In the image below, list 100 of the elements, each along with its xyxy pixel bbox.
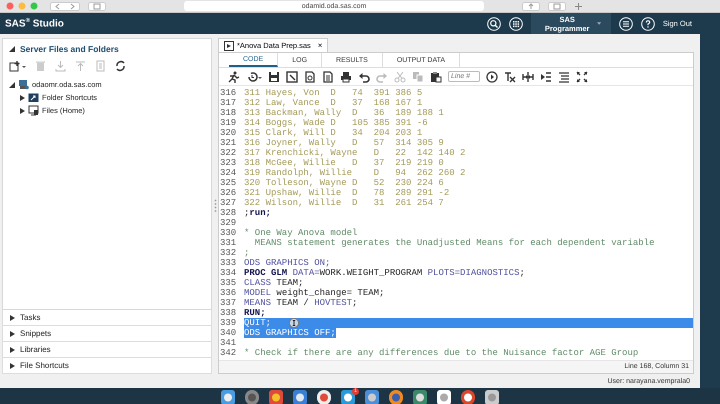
page-icon[interactable]	[322, 70, 334, 82]
text-cursor-icon	[289, 318, 299, 328]
undo-icon[interactable]	[358, 70, 370, 82]
dock-app-icon[interactable]	[460, 389, 476, 404]
indent-icon[interactable]	[540, 70, 552, 82]
code-line: 316 Joyner, Wally D 57 314 305 9	[244, 138, 444, 148]
line-number: 329	[219, 218, 238, 228]
tabs-icon[interactable]	[548, 2, 566, 10]
expand-icon[interactable]	[9, 346, 15, 352]
code-line: ;run;	[244, 208, 272, 218]
dock-app-icon[interactable]	[388, 389, 404, 404]
back-forward-icon[interactable]	[50, 2, 80, 10]
code-line: ;	[244, 248, 250, 258]
menu-icon[interactable]	[618, 16, 633, 30]
code-line: MODEL weight_change= TEAM;	[244, 288, 384, 298]
line-number: 332	[219, 248, 238, 258]
expand-icon[interactable]	[19, 108, 25, 114]
app-title: SAS$^{®}$ Studio	[5, 18, 64, 30]
code-line: 321 Upshaw, Willie D 78 289 291 -2	[244, 188, 450, 198]
line-number: 335	[219, 278, 238, 288]
dock-app-icon[interactable]	[292, 389, 308, 404]
sidebar-icon[interactable]	[88, 2, 106, 10]
line-number: 337	[219, 298, 238, 308]
computer-icon	[28, 105, 39, 116]
search-icon[interactable]	[486, 16, 501, 30]
line-number: 336	[219, 288, 238, 298]
line-number: 331	[219, 238, 238, 248]
line-number: 316	[219, 88, 238, 98]
line-number: 341	[219, 338, 238, 348]
code-line: * One Way Anova model	[244, 228, 358, 238]
clear-icon[interactable]	[504, 70, 516, 82]
expand-icon[interactable]	[9, 362, 15, 368]
line-number: 317	[219, 98, 238, 108]
line-number: 323	[219, 158, 238, 168]
code-line: MEANS statement generates the Unadjusted Means for each dependent variable	[254, 238, 654, 248]
paste-icon[interactable]	[430, 70, 442, 82]
line-number: 328	[219, 208, 238, 218]
expand-icon[interactable]	[19, 94, 25, 100]
expand-icon[interactable]	[9, 314, 15, 320]
dock-app-icon[interactable]	[220, 389, 236, 404]
expand-icon[interactable]	[9, 82, 15, 88]
code-line: 314 Boggs, Wade D 105 385 391 -6	[244, 118, 428, 128]
line-number: 322	[219, 148, 238, 158]
caret-icon	[596, 22, 601, 25]
dock-app-icon[interactable]	[340, 389, 356, 404]
dock-app-icon[interactable]	[436, 389, 452, 404]
line-number: 327	[219, 198, 238, 208]
line-number: 330	[219, 228, 238, 238]
code-line: 315 Clark, Will D 34 204 203 1	[244, 128, 422, 138]
apps-icon[interactable]	[508, 16, 523, 30]
line-number: 326	[219, 188, 238, 198]
line-number: 320	[219, 128, 238, 138]
dock-app-icon[interactable]	[364, 389, 380, 404]
section-header[interactable]: Libraries	[2, 342, 212, 358]
code-line: RUN;	[244, 308, 266, 318]
history-icon[interactable]	[246, 70, 262, 82]
code-line: 311 Hayes, Von D 74 391 386 5	[244, 88, 422, 98]
share-icon[interactable]	[522, 2, 540, 10]
help-icon[interactable]	[640, 16, 655, 30]
expand-icon[interactable]	[9, 330, 15, 336]
print-icon[interactable]	[340, 70, 352, 82]
line-number: 321	[219, 138, 238, 148]
code-line: 319 Randolph, Willie D 94 262 260 2	[244, 168, 466, 178]
section-header[interactable]: Tasks	[2, 310, 212, 326]
go-icon[interactable]	[486, 70, 498, 82]
code-line: 322 Wilson, Willie D 31 261 254 7	[244, 198, 444, 208]
line-number: 334	[219, 268, 238, 278]
line-number: 339	[219, 318, 244, 328]
save-as-icon[interactable]	[286, 70, 298, 82]
server-icon	[18, 79, 29, 90]
code-line: * Check if there are any differences due to the Nuisance factor AGE Group	[244, 348, 638, 358]
folder-icon	[28, 92, 39, 103]
code-line: 318 McGee, Willie D 37 219 219 0	[244, 158, 444, 168]
dock-app-icon[interactable]	[484, 389, 500, 404]
save-icon[interactable]	[268, 70, 280, 82]
expand-icon[interactable]	[9, 46, 15, 52]
dock-app-icon[interactable]	[412, 389, 428, 404]
maximize-icon[interactable]	[576, 70, 588, 82]
code-line: 313 Backman, Wally D 36 189 188 1	[244, 108, 444, 118]
split-icon[interactable]	[522, 70, 534, 82]
add-icon[interactable]	[574, 2, 583, 10]
code-line: 317 Krenchicki, Wayne D 22 142 140 2	[244, 148, 466, 158]
code-line: ODS GRAPHICS ON;	[244, 258, 330, 268]
format-icon[interactable]	[558, 70, 570, 82]
line-number: 338	[219, 308, 238, 318]
new-item-icon[interactable]	[9, 60, 26, 72]
program-icon	[224, 40, 234, 50]
close-button[interactable]: ×	[314, 41, 322, 50]
dock-app-icon[interactable]	[268, 389, 284, 404]
run-icon[interactable]	[227, 70, 240, 82]
document-icon[interactable]	[304, 70, 316, 82]
section-header[interactable]: File Shortcuts	[2, 358, 212, 374]
pane-title[interactable]: Server Files and Folders	[20, 44, 119, 54]
line-number: 340	[219, 328, 238, 338]
code-line: 312 Law, Vance D 37 168 167 1	[244, 98, 422, 108]
refresh-icon[interactable]	[115, 60, 126, 72]
section-header[interactable]: Snippets	[2, 326, 212, 342]
dock-app-icon[interactable]	[316, 389, 332, 404]
code-line: MEANS TEAM / HOVTEST;	[244, 298, 358, 308]
line-number: 325	[219, 178, 238, 188]
